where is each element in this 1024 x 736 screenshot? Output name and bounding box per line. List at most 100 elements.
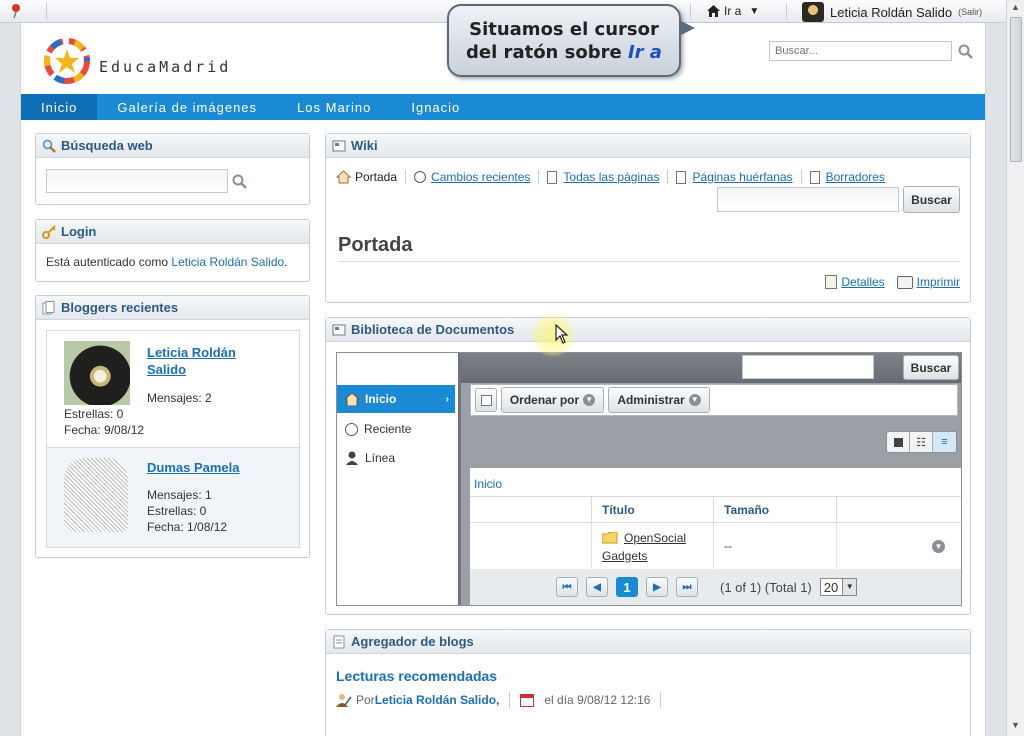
vertical-scrollbar[interactable]: ▲ ▼ xyxy=(1006,0,1024,736)
row-actions-icon[interactable]: ▼ xyxy=(932,539,945,553)
tab-borradores[interactable]: Borradores xyxy=(826,170,885,184)
folder-icon xyxy=(602,532,618,544)
document-icon xyxy=(42,300,55,314)
chevron-down-icon: ▼ xyxy=(842,579,857,595)
folder-link-line2[interactable]: Gadgets xyxy=(602,547,703,565)
user-icon xyxy=(346,451,358,465)
page: EducaMadrid Inicio Galería de imágenes L… xyxy=(20,23,986,736)
portlet-header: Login xyxy=(36,220,309,244)
portlet-header: Bloggers recientes xyxy=(36,296,309,320)
page-size-select[interactable]: 20 ▼ xyxy=(819,578,858,596)
blog-author-link[interactable]: Leticia Roldán Salido, xyxy=(375,693,500,707)
details-link[interactable]: Detalles xyxy=(841,275,884,289)
chevron-down-icon: ▼ xyxy=(688,394,701,406)
educamadrid-logo[interactable]: EducaMadrid xyxy=(41,37,231,85)
divider xyxy=(786,3,787,20)
scroll-up-arrow[interactable]: ▲ xyxy=(1009,2,1022,15)
tab-portada[interactable]: Portada xyxy=(355,170,397,184)
order-by-button[interactable]: Ordenar por ▼ xyxy=(501,387,604,413)
portlet-header: Búsqueda web xyxy=(36,134,309,158)
tab-paginas-huerfanas[interactable]: Páginas huérfanas xyxy=(692,170,792,184)
folder-link[interactable]: OpenSocial xyxy=(624,529,686,547)
goto-menu[interactable]: Ir a ▼ xyxy=(707,4,759,18)
folder-cell: OpenSocial Gadgets xyxy=(592,523,714,569)
sidebar-item-linea[interactable]: Línea xyxy=(345,451,395,465)
blog-entry-date: el día 9/08/12 12:16 xyxy=(544,693,651,707)
sidebar-item-inicio[interactable]: Inicio › xyxy=(337,385,455,413)
column-header-titulo[interactable]: Título xyxy=(592,497,714,522)
wiki-search-input[interactable] xyxy=(717,187,899,212)
blogger-name-link[interactable]: Dumas Pamela xyxy=(147,460,240,475)
doclib-search-input[interactable] xyxy=(742,355,874,379)
logout-link[interactable]: (Salir) xyxy=(958,7,982,17)
page-icon xyxy=(547,170,558,184)
manage-button[interactable]: Administrar ▼ xyxy=(608,387,710,413)
breadcrumb[interactable]: Inicio xyxy=(474,477,502,491)
column-header xyxy=(837,497,961,522)
page-title: Portada xyxy=(338,234,413,256)
next-page-icon[interactable]: ▶ xyxy=(646,577,668,597)
portlet-header: Wiki xyxy=(326,134,970,158)
size-cell: -- xyxy=(714,523,837,569)
blogger-date: Fecha: 1/08/12 xyxy=(147,520,228,534)
current-page[interactable]: 1 xyxy=(616,577,638,597)
scroll-thumb[interactable] xyxy=(1010,17,1022,162)
bloggers-list: Leticia Roldán Salido Mensajes: 2 Estrell… xyxy=(46,330,300,548)
icon-view-icon[interactable] xyxy=(887,432,910,452)
doclib-content: Inicio Título Tamaño OpenSocial Gadgets … xyxy=(470,468,961,605)
pagination-info: (1 of 1) (Total 1) xyxy=(720,579,812,595)
home-icon xyxy=(345,392,359,406)
nav-item-inicio[interactable]: Inicio xyxy=(21,94,98,120)
user-menu[interactable]: Leticia Roldán Salido (Salir) xyxy=(802,2,982,22)
nav-item-galeria[interactable]: Galería de imágenes xyxy=(97,94,277,120)
pin-icon[interactable] xyxy=(10,3,22,19)
doclib-app: Buscar Inicio › Reciente Línea Ordenar p… xyxy=(336,352,962,606)
descriptive-view-icon[interactable]: ☷ xyxy=(910,432,933,452)
last-page-icon[interactable]: ⏭ xyxy=(676,577,698,597)
wiki-search-button[interactable]: Buscar xyxy=(903,186,960,213)
user-name: Leticia Roldán Salido xyxy=(830,4,953,20)
list-item: Leticia Roldán Salido Mensajes: 2 Estrell… xyxy=(47,331,299,447)
doclib-search-button[interactable]: Buscar xyxy=(903,355,959,380)
callout-tail xyxy=(679,20,695,36)
clock-icon xyxy=(345,422,358,436)
list-view-icon[interactable]: ≡ xyxy=(933,432,956,452)
scroll-down-arrow[interactable]: ▼ xyxy=(1009,720,1022,733)
blog-entry-title[interactable]: Lecturas recomendadas xyxy=(336,668,497,684)
blogger-photo xyxy=(64,458,128,532)
nav-item-ignacio[interactable]: Ignacio xyxy=(391,94,480,120)
search-icon[interactable] xyxy=(958,44,973,59)
web-search-input[interactable] xyxy=(46,169,228,193)
login-portlet: Login Está autenticado como Leticia Rold… xyxy=(35,219,310,282)
search-icon[interactable] xyxy=(232,174,247,189)
sidebar-item-reciente[interactable]: Reciente xyxy=(345,422,411,436)
document-library-portlet: Biblioteca de Documentos Buscar Inicio ›… xyxy=(325,317,971,615)
home-icon xyxy=(707,5,720,17)
blogger-date: Fecha: 9/08/12 xyxy=(64,423,145,437)
blogger-messages: Mensajes: 1 xyxy=(147,488,212,502)
tab-cambios-recientes[interactable]: Cambios recientes xyxy=(431,170,530,184)
first-page-icon[interactable]: ⏮ xyxy=(556,577,578,597)
blogger-name-link[interactable]: Leticia Roldán Salido xyxy=(147,344,236,378)
blog-aggregator-portlet: Agregador de blogs Lecturas recomendadas… xyxy=(325,629,971,736)
portlet-title: Búsqueda web xyxy=(61,138,153,153)
view-toggle: ☷ ≡ xyxy=(886,431,957,453)
nav-item-los-marino[interactable]: Los Marino xyxy=(277,94,391,120)
tab-todas-paginas[interactable]: Todas las páginas xyxy=(563,170,659,184)
top-search-input[interactable] xyxy=(769,41,952,61)
portlet-title: Wiki xyxy=(351,138,378,153)
blogger-messages: Mensajes: 2 xyxy=(147,391,212,405)
blog-entry-meta: Por Leticia Roldán Salido, el día 9/08/1… xyxy=(336,692,662,708)
page-icon xyxy=(676,170,687,184)
login-user-link[interactable]: Leticia Roldán Salido xyxy=(171,255,284,269)
select-all-checkbox[interactable] xyxy=(475,388,497,412)
top-search xyxy=(769,41,973,61)
wiki-actions: Detalles Imprimir xyxy=(825,275,960,289)
column-header-tamano[interactable]: Tamaño xyxy=(714,497,837,522)
print-link[interactable]: Imprimir xyxy=(917,275,960,289)
previous-page-icon[interactable]: ◀ xyxy=(586,577,608,597)
callout-line2: del ratón sobre Ir a xyxy=(466,42,662,63)
blogger-stars: Estrellas: 0 xyxy=(147,504,207,518)
key-icon xyxy=(42,224,56,239)
home-icon xyxy=(336,170,351,184)
